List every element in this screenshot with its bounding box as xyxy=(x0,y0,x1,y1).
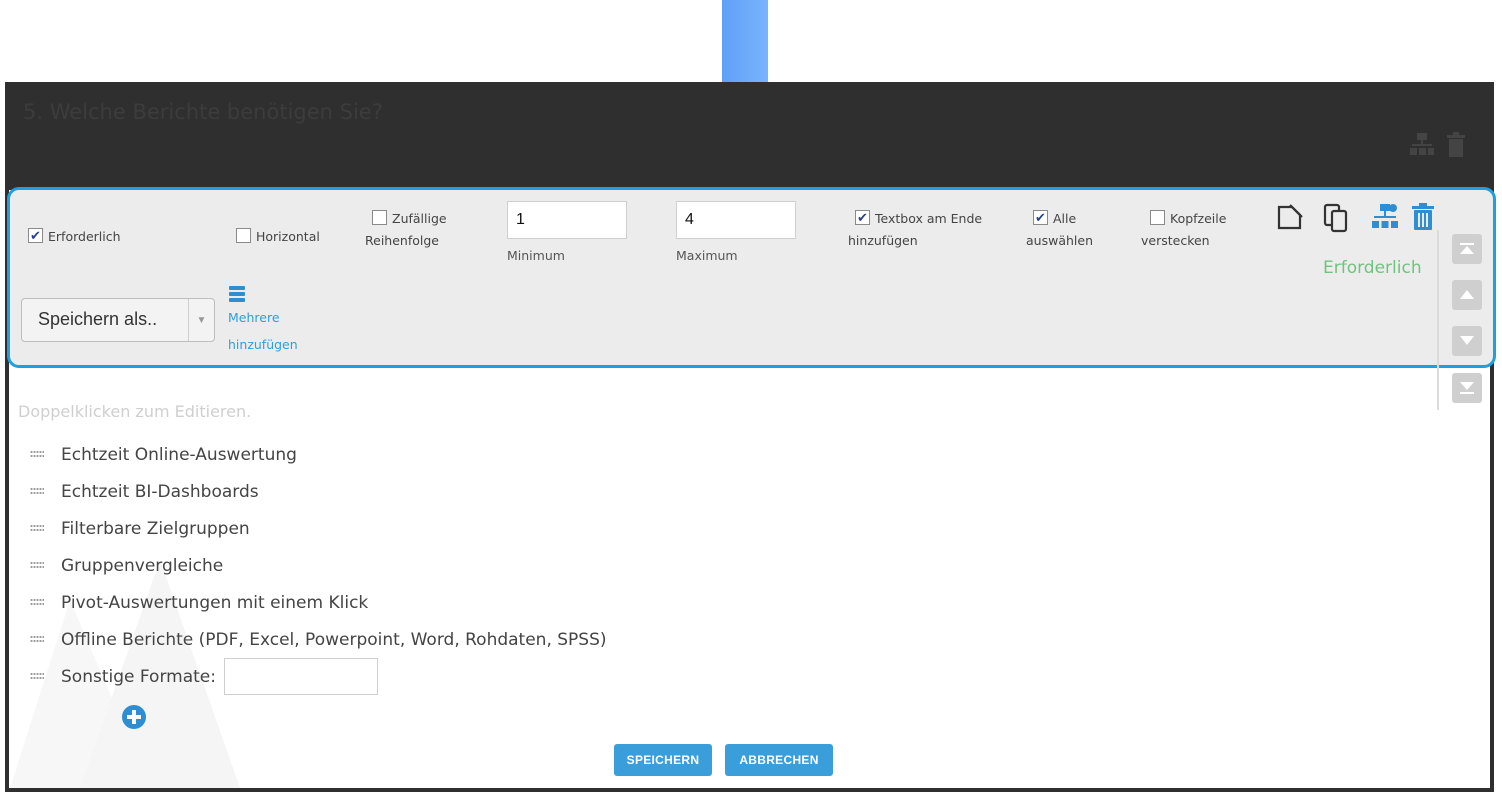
trash-icon[interactable] xyxy=(1445,132,1467,158)
drag-handle-icon[interactable] xyxy=(30,450,44,459)
minimum-label: Minimum xyxy=(507,248,565,263)
select-all-checkbox[interactable] xyxy=(1033,208,1048,230)
move-bottom-icon xyxy=(1460,382,1474,394)
maximum-label: Maximum xyxy=(676,248,738,263)
horizontal-checkbox[interactable] xyxy=(236,228,251,243)
answer-options-list: Echtzeit Online-Auswertung Echtzeit BI-D… xyxy=(30,436,607,695)
side-divider xyxy=(1437,230,1439,410)
save-button[interactable]: SPEICHERN xyxy=(614,744,712,776)
question-title: 5. Welche Berichte benötigen Sie? xyxy=(23,100,383,124)
drag-handle-icon[interactable] xyxy=(30,598,44,607)
add-multiple-link[interactable]: Mehrere hinzufügen xyxy=(228,304,298,358)
sitemap-icon[interactable] xyxy=(1409,132,1435,158)
required-checkbox[interactable] xyxy=(28,226,43,248)
random-order-checkbox[interactable] xyxy=(372,210,387,225)
drag-handle-icon[interactable] xyxy=(30,561,44,570)
edit-hint: Doppelklicken zum Editieren. xyxy=(18,402,252,421)
sitemap-icon[interactable] xyxy=(1371,203,1399,231)
list-item[interactable]: Pivot-Auswertungen mit einem Klick xyxy=(30,584,607,621)
list-item[interactable]: Offline Berichte (PDF, Excel, Powerpoint… xyxy=(30,621,607,658)
drag-handle-icon[interactable] xyxy=(30,635,44,644)
question-options-toolbar: Erforderlich Horizontal Zufällige Reihen… xyxy=(7,187,1496,368)
textbox-end-checkbox[interactable] xyxy=(855,208,870,230)
edit-icon[interactable] xyxy=(1276,203,1304,231)
cancel-button[interactable]: ABBRECHEN xyxy=(725,744,833,776)
move-up-button[interactable] xyxy=(1452,280,1482,310)
drag-handle-icon[interactable] xyxy=(30,524,44,533)
move-to-bottom-button[interactable] xyxy=(1452,373,1482,403)
chevron-down-icon[interactable]: ▼ xyxy=(188,299,214,341)
horizontal-option[interactable]: Horizontal xyxy=(236,226,320,248)
list-item[interactable]: Echtzeit BI-Dashboards xyxy=(30,473,607,510)
save-as-dropdown[interactable]: Speichern als.. ▼ xyxy=(21,298,215,342)
question-header: 5. Welche Berichte benötigen Sie? xyxy=(9,82,1490,190)
required-option[interactable]: Erforderlich xyxy=(28,226,121,248)
drag-handle-icon[interactable] xyxy=(30,487,44,496)
add-option-icon[interactable] xyxy=(121,704,147,730)
move-down-button[interactable] xyxy=(1452,326,1482,356)
move-up-icon xyxy=(1460,290,1474,299)
select-all-option[interactable]: Alle auswählen xyxy=(1026,208,1093,252)
list-item[interactable]: Gruppenvergleiche xyxy=(30,547,607,584)
list-item[interactable]: Echtzeit Online-Auswertung xyxy=(30,436,607,473)
move-to-top-button[interactable] xyxy=(1452,234,1482,264)
other-option-item[interactable]: Sonstige Formate: xyxy=(30,658,607,695)
move-top-icon xyxy=(1460,243,1474,254)
minimum-input[interactable] xyxy=(507,201,627,239)
trash-icon[interactable] xyxy=(1411,203,1435,231)
other-option-input[interactable] xyxy=(223,658,378,695)
add-multiple-icon[interactable] xyxy=(229,286,245,304)
hide-header-checkbox[interactable] xyxy=(1150,210,1165,225)
random-order-option[interactable]: Zufällige Reihenfolge xyxy=(365,208,447,252)
list-item[interactable]: Filterbare Zielgruppen xyxy=(30,510,607,547)
drag-handle-icon[interactable] xyxy=(30,672,44,681)
copy-icon[interactable] xyxy=(1323,203,1349,233)
maximum-input[interactable] xyxy=(676,201,796,239)
hide-header-option[interactable]: Kopfzeile verstecken xyxy=(1141,208,1226,252)
textbox-end-option[interactable]: Textbox am Ende hinzufügen xyxy=(848,208,982,252)
required-status-label: Erforderlich xyxy=(1323,258,1422,278)
move-down-icon xyxy=(1460,336,1474,345)
